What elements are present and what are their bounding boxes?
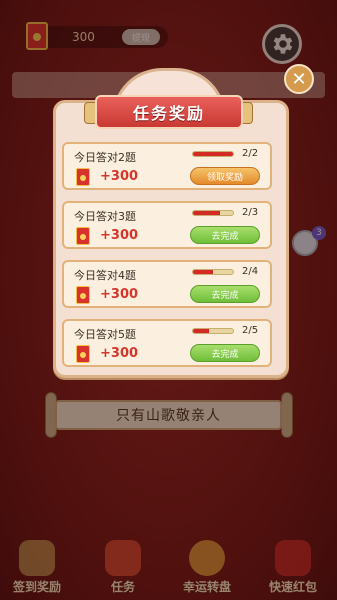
task-card: 今日答对3题 2/3 +300 去完成 bbox=[62, 201, 272, 249]
modal-title: 任务奖励 bbox=[132, 104, 205, 123]
reward-amount: +300 bbox=[100, 169, 139, 184]
progress-bar bbox=[192, 328, 234, 334]
red-packet-icon bbox=[76, 286, 90, 304]
progress-bar bbox=[192, 151, 234, 157]
claim-reward-button[interactable]: 领取奖励 bbox=[190, 167, 260, 185]
red-packet-icon bbox=[76, 345, 90, 363]
close-icon[interactable]: ✕ bbox=[284, 64, 314, 94]
red-packet-icon bbox=[76, 227, 90, 245]
progress-fill bbox=[193, 211, 220, 215]
go-complete-button[interactable]: 去完成 bbox=[190, 226, 260, 244]
modal-title-banner: 任务奖励 bbox=[95, 95, 243, 129]
progress-fill bbox=[193, 152, 233, 156]
progress-text: 2/5 bbox=[242, 325, 259, 336]
progress-fill bbox=[193, 270, 213, 274]
progress-text: 2/3 bbox=[242, 207, 259, 218]
go-complete-button[interactable]: 去完成 bbox=[190, 344, 260, 362]
reward-amount: +300 bbox=[100, 228, 139, 243]
progress-bar bbox=[192, 269, 234, 275]
task-card: 今日答对5题 2/5 +300 去完成 bbox=[62, 319, 272, 367]
task-title: 今日答对3题 bbox=[74, 210, 136, 223]
progress-bar bbox=[192, 210, 234, 216]
task-title: 今日答对5题 bbox=[74, 328, 136, 341]
task-card: 今日答对4题 2/4 +300 去完成 bbox=[62, 260, 272, 308]
task-card: 今日答对2题 2/2 +300 领取奖励 bbox=[62, 142, 272, 190]
task-title: 今日答对2题 bbox=[74, 151, 136, 164]
task-title: 今日答对4题 bbox=[74, 269, 136, 282]
reward-amount: +300 bbox=[100, 346, 139, 361]
go-complete-button[interactable]: 去完成 bbox=[190, 285, 260, 303]
reward-amount: +300 bbox=[100, 287, 139, 302]
progress-text: 2/4 bbox=[242, 266, 259, 277]
progress-fill bbox=[193, 329, 209, 333]
red-packet-icon bbox=[76, 168, 90, 186]
progress-text: 2/2 bbox=[242, 148, 259, 159]
